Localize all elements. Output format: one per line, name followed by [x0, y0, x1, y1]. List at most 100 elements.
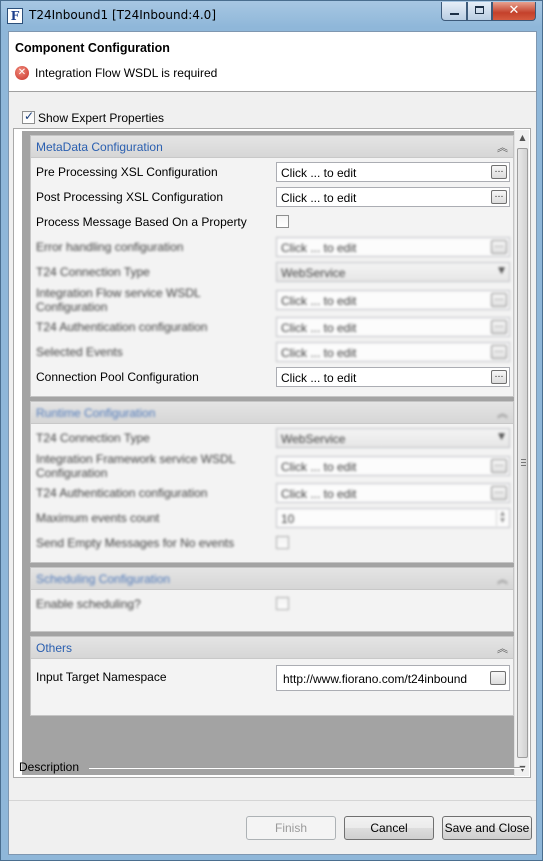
post-processing-field[interactable]: Click ... to edit …: [276, 187, 510, 207]
row-runtime-auth: T24 Authentication configuration Click .…: [31, 481, 513, 506]
label-auth: T24 Authentication configuration: [36, 320, 208, 334]
ellipsis-icon[interactable]: …: [491, 320, 507, 334]
section-others-header[interactable]: Others ︽: [31, 637, 513, 659]
ellipsis-icon[interactable]: …: [491, 370, 507, 384]
spinner-arrows-icon[interactable]: ▲ ▼: [496, 510, 508, 526]
description-divider: [89, 767, 525, 769]
cancel-button[interactable]: Cancel: [344, 816, 434, 840]
selected-events-field[interactable]: Click ... to edit …: [276, 342, 510, 362]
title-bar[interactable]: F T24Inbound1 [T24Inbound:4.0] ✕: [1, 1, 542, 31]
ellipsis-icon[interactable]: …: [491, 190, 507, 204]
label-send-empty: Send Empty Messages for No events: [36, 536, 235, 550]
auth-value: Click ... to edit: [281, 321, 357, 335]
label-runtime-auth: T24 Authentication configuration: [36, 486, 208, 500]
row-pre-processing: Pre Processing XSL Configuration Click .…: [31, 160, 513, 185]
section-runtime: Runtime Configuration ︽ T24 Connection T…: [30, 401, 514, 563]
label-post-processing: Post Processing XSL Configuration: [36, 190, 223, 204]
pre-processing-field[interactable]: Click ... to edit …: [276, 162, 510, 182]
maximize-button[interactable]: [467, 2, 492, 21]
row-selected-events: Selected Events Click ... to edit …: [31, 340, 513, 365]
auth-field[interactable]: Click ... to edit …: [276, 317, 510, 337]
show-expert-checkbox[interactable]: [22, 109, 35, 124]
dialog-header: Component Configuration ✕ Integration Fl…: [9, 32, 536, 92]
section-others: Others ︽ Input Target Namespace http://w…: [30, 636, 514, 716]
row-enable-scheduling: Enable scheduling?: [31, 592, 513, 617]
row-framework-wsdl: Integration Framework service WSDL Confi…: [31, 451, 513, 481]
flow-wsdl-field[interactable]: Click ... to edit …: [276, 290, 510, 310]
section-scheduling-header[interactable]: Scheduling Configuration ︽: [31, 568, 513, 590]
minimize-icon: [449, 13, 459, 15]
flow-wsdl-value: Click ... to edit: [281, 294, 357, 308]
error-handling-value: Click ... to edit: [281, 241, 357, 255]
ellipsis-icon[interactable]: …: [491, 165, 507, 179]
connection-type-value: WebService: [281, 266, 346, 280]
section-metadata-header[interactable]: MetaData Configuration ︽: [31, 136, 513, 158]
framework-wsdl-field[interactable]: Click ... to edit …: [276, 456, 510, 476]
double-chevron-up-icon[interactable]: ︽: [497, 640, 508, 656]
row-auth: T24 Authentication configuration Click .…: [31, 315, 513, 340]
show-expert-label: Show Expert Properties: [38, 110, 165, 125]
finish-button[interactable]: Finish: [246, 816, 336, 840]
ellipsis-icon[interactable]: …: [491, 293, 507, 307]
pre-processing-value: Click ... to edit: [281, 166, 357, 180]
scrollbar-thumb[interactable]: [517, 148, 528, 758]
enable-scheduling-checkbox[interactable]: [276, 597, 289, 610]
close-button[interactable]: ✕: [492, 2, 536, 21]
connection-pool-field[interactable]: Click ... to edit …: [276, 367, 510, 387]
label-max-events: Maximum events count: [36, 511, 160, 525]
section-runtime-header[interactable]: Runtime Configuration ︽: [31, 402, 513, 424]
row-connection-type: T24 Connection Type WebService ▼: [31, 260, 513, 285]
connection-type-select[interactable]: WebService ▼: [276, 262, 510, 282]
label-framework-wsdl: Integration Framework service WSDL Confi…: [36, 452, 235, 480]
chevron-down-icon: ▼: [498, 266, 505, 276]
section-others-title: Others: [36, 641, 73, 655]
vertical-scrollbar[interactable]: ▲ ▼: [514, 130, 529, 776]
show-expert-row[interactable]: Show Expert Properties: [22, 109, 165, 126]
ellipsis-icon[interactable]: …: [491, 486, 507, 500]
runtime-connection-type-select[interactable]: WebService ▼: [276, 428, 510, 448]
connection-pool-value: Click ... to edit: [281, 371, 357, 385]
row-namespace: Input Target Namespace http://www.fioran…: [31, 661, 513, 691]
minimize-button[interactable]: [441, 2, 467, 21]
namespace-value: http://www.fiorano.com/t24inbound: [283, 672, 468, 686]
label-flow-wsdl: Integration Flow service WSDL Configurat…: [36, 286, 201, 314]
label-error-handling: Error handling configuration: [36, 240, 184, 254]
error-icon: ✕: [15, 66, 29, 80]
namespace-field[interactable]: http://www.fiorano.com/t24inbound: [276, 665, 510, 691]
description-group: Description: [13, 758, 531, 778]
save-and-close-button[interactable]: Save and Close: [442, 816, 532, 840]
max-events-value: 10: [281, 512, 295, 526]
ellipsis-icon[interactable]: …: [491, 459, 507, 473]
ellipsis-icon[interactable]: …: [491, 240, 507, 254]
section-metadata: MetaData Configuration ︽ Pre Processing …: [30, 135, 514, 397]
runtime-auth-field[interactable]: Click ... to edit …: [276, 483, 510, 503]
ellipsis-icon[interactable]: [490, 671, 506, 685]
selected-events-value: Click ... to edit: [281, 346, 357, 360]
double-chevron-up-icon[interactable]: ︽: [497, 405, 508, 421]
row-process-message: Process Message Based On a Property: [31, 210, 513, 235]
scroll-up-icon[interactable]: ▲: [515, 130, 530, 145]
app-icon: F: [7, 8, 23, 24]
row-error-handling: Error handling configuration Click ... t…: [31, 235, 513, 260]
maximize-icon: [475, 6, 484, 14]
label-enable-scheduling: Enable scheduling?: [36, 597, 141, 611]
runtime-connection-type-value: WebService: [281, 432, 346, 446]
chevron-down-icon: ▼: [498, 432, 505, 442]
row-post-processing: Post Processing XSL Configuration Click …: [31, 185, 513, 210]
send-empty-checkbox[interactable]: [276, 536, 289, 549]
label-namespace: Input Target Namespace: [36, 670, 167, 684]
label-connection-pool: Connection Pool Configuration: [36, 370, 199, 384]
ellipsis-icon[interactable]: …: [491, 345, 507, 359]
double-chevron-up-icon[interactable]: ︽: [497, 139, 508, 155]
process-message-checkbox[interactable]: [276, 215, 289, 228]
label-pre-processing: Pre Processing XSL Configuration: [36, 165, 218, 179]
label-selected-events: Selected Events: [36, 345, 123, 359]
double-chevron-up-icon[interactable]: ︽: [497, 571, 508, 587]
section-scheduling: Scheduling Configuration ︽ Enable schedu…: [30, 567, 514, 632]
description-label: Description: [19, 760, 80, 774]
error-handling-field[interactable]: Click ... to edit …: [276, 237, 510, 257]
section-scheduling-title: Scheduling Configuration: [36, 572, 171, 586]
row-runtime-connection-type: T24 Connection Type WebService ▼: [31, 426, 513, 451]
max-events-spinner[interactable]: 10 ▲ ▼: [276, 508, 510, 528]
grip-icon: [521, 459, 526, 466]
